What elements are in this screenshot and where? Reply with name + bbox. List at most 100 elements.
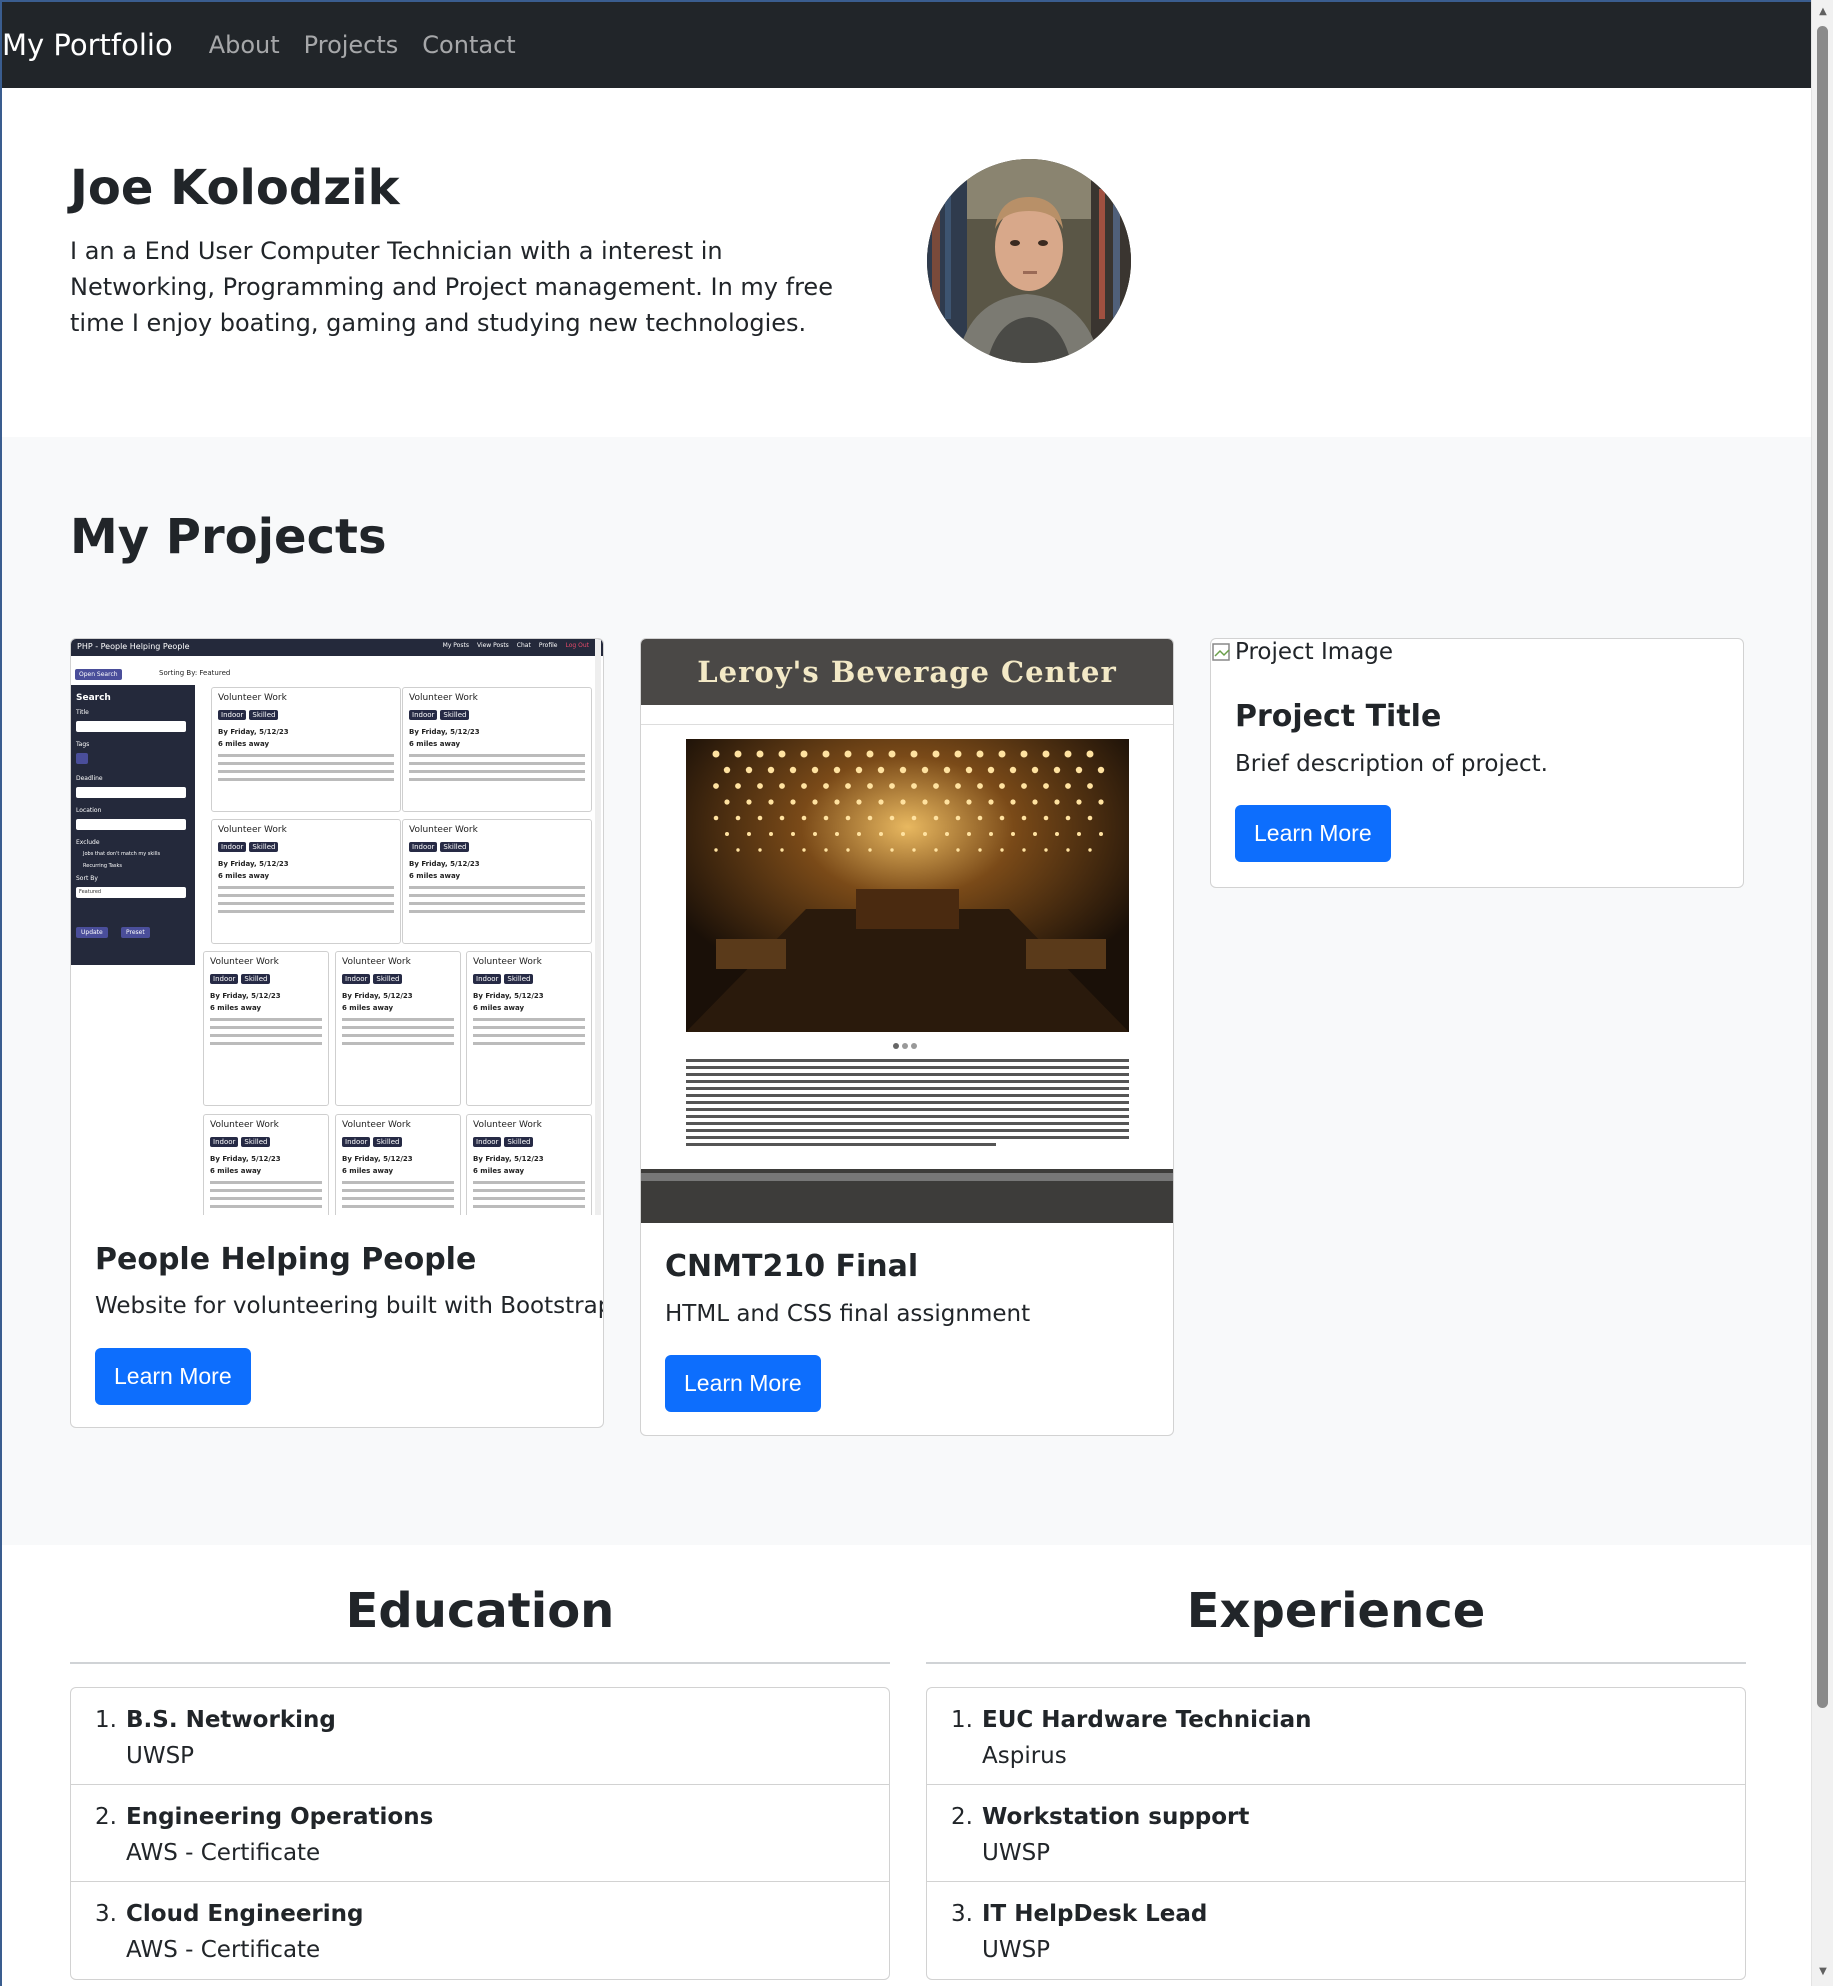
thumb-nav-link: Chat [516, 642, 531, 649]
thumb-post-distance: 6 miles away [409, 872, 461, 880]
vertical-scrollbar[interactable]: ▲ ▼ [1811, 0, 1833, 1986]
thumb-post-date: By Friday, 5/12/23 [473, 992, 544, 1000]
list-item-subtitle: UWSP [982, 1937, 1051, 1963]
thumb-field-label: Title [76, 709, 89, 716]
thumb-add-tag [76, 753, 88, 764]
list-item: 1. B.S. Networking UWSP [71, 1688, 889, 1785]
thumb-post-tags: Indoor Skilled [210, 974, 271, 984]
experience-divider [926, 1662, 1746, 1664]
list-item-subtitle: UWSP [126, 1743, 195, 1769]
thumb-post-date: By Friday, 5/12/23 [409, 728, 480, 736]
thumb-post-tags: Indoor Skilled [218, 710, 279, 720]
thumb-nav-bar [641, 707, 1173, 725]
thumb-site-title: PHP - People Helping People [77, 642, 190, 651]
thumb-post-card: Volunteer Work Indoor Skilled By Friday, 5/… [402, 687, 592, 812]
thumb-post-card: Volunteer Work Indoor Skilled By Friday, 5/… [466, 1114, 592, 1215]
thumb-post-card: Volunteer Work Indoor Skilled By Friday, 5/… [211, 687, 401, 812]
thumb-sort-select: Featured [76, 887, 186, 898]
learn-more-button[interactable]: Learn More [1235, 805, 1391, 862]
list-item-number: 3. [951, 1901, 973, 1927]
thumb-post-card: Volunteer Work Indoor Skilled By Friday, 5/… [211, 819, 401, 944]
nav-link-about[interactable]: About [209, 31, 280, 59]
thumb-post-card: Volunteer Work Indoor Skilled By Friday, 5/… [466, 951, 592, 1106]
broken-image-icon [1212, 643, 1230, 661]
thumb-post-date: By Friday, 5/12/23 [342, 1155, 413, 1163]
thumb-post-tags: Indoor Skilled [473, 1137, 534, 1147]
list-item-title: IT HelpDesk Lead [982, 1901, 1208, 1927]
thumb-post-distance: 6 miles away [409, 740, 461, 748]
thumb-post-tags: Indoor Skilled [409, 710, 470, 720]
thumb-post-card: Volunteer Work Indoor Skilled By Friday, 5/… [203, 1114, 329, 1215]
scroll-down-arrow-icon[interactable]: ▼ [1817, 1966, 1829, 1978]
thumb-post-distance: 6 miles away [342, 1004, 394, 1012]
thumb-nav-link: View Posts [476, 642, 509, 649]
thumb-input [76, 819, 186, 830]
thumb-navbar: PHP - People Helping People My Posts Vie… [71, 639, 603, 656]
experience-title: Experience [1186, 1583, 1486, 1639]
thumb-post-tags: Indoor Skilled [218, 842, 279, 852]
thumb-post-tags: Indoor Skilled [342, 974, 403, 984]
thumb-post-distance: 6 miles away [210, 1004, 262, 1012]
list-item-subtitle: AWS - Certificate [126, 1937, 321, 1963]
navbar-brand[interactable]: My Portfolio [2, 28, 173, 62]
thumb-post-title: Volunteer Work [409, 693, 478, 703]
scrollbar-thumb[interactable] [1817, 26, 1828, 1708]
thumb-update-button: Update [76, 927, 108, 938]
thumb-sidebar: Search Title Tags Deadline Location Excl… [71, 685, 195, 965]
list-item-title: Engineering Operations [126, 1804, 434, 1830]
thumb-post-date: By Friday, 5/12/23 [218, 860, 289, 868]
learn-more-button[interactable]: Learn More [95, 1348, 251, 1405]
thumb-post-tags: Indoor Skilled [409, 842, 470, 852]
thumb-post-title: Volunteer Work [342, 1120, 411, 1130]
thumb-sort-label: Sort By [76, 875, 98, 882]
list-item: 3. Cloud Engineering AWS - Certificate [71, 1882, 889, 1979]
thumb-sorting: Sorting By: Featured [159, 669, 231, 677]
card-title: People Helping People [95, 1242, 477, 1277]
thumb-post-distance: 6 miles away [473, 1167, 525, 1175]
list-item-number: 1. [95, 1707, 117, 1733]
hero-bio: I an a End User Computer Technician with… [70, 237, 833, 337]
projects-section: My Projects PHP - People Helping People … [2, 437, 1811, 1545]
thumb-post-card: Volunteer Work Indoor Skilled By Friday, 5/… [335, 951, 461, 1106]
nav-link-projects[interactable]: Projects [304, 31, 399, 59]
list-item-number: 1. [951, 1707, 973, 1733]
thumb-post-date: By Friday, 5/12/23 [210, 1155, 281, 1163]
thumb-checkbox-label: Recurring Tasks [83, 863, 122, 869]
navbar: My Portfolio About Projects Contact [2, 2, 1811, 88]
thumb-checkbox-label: Jobs that don't match my skills [83, 851, 161, 857]
project-screenshot: Leroy's Beverage Center [641, 639, 1173, 1223]
list-item-title: EUC Hardware Technician [982, 1707, 1312, 1733]
learn-more-button[interactable]: Learn More [665, 1355, 821, 1412]
list-item: 3. IT HelpDesk Lead UWSP [927, 1882, 1745, 1979]
thumb-post-title: Volunteer Work [210, 957, 279, 967]
thumb-post-date: By Friday, 5/12/23 [409, 860, 480, 868]
project-card-placeholder: Project Image Project Title Brief descri… [1210, 638, 1744, 888]
list-item-subtitle: Aspirus [982, 1743, 1067, 1769]
nav-link-contact[interactable]: Contact [422, 31, 515, 59]
card-text: HTML and CSS final assignment [665, 1301, 1031, 1327]
thumb-field-label: Deadline [76, 775, 103, 782]
thumb-body-text [686, 1059, 1129, 1150]
list-item-title: Cloud Engineering [126, 1901, 364, 1927]
list-item: 2. Engineering Operations AWS - Certific… [71, 1785, 889, 1882]
thumb-site-title: Leroy's Beverage Center [697, 655, 1117, 689]
thumb-field-label: Tags [76, 741, 90, 748]
thumb-sidebar-heading: Search [76, 693, 111, 703]
scroll-up-arrow-icon[interactable]: ▲ [1817, 6, 1829, 18]
thumb-footer [641, 1169, 1173, 1223]
thumb-post-title: Volunteer Work [342, 957, 411, 967]
thumb-post-tags: Indoor Skilled [473, 974, 534, 984]
hero-name: Joe Kolodzik [70, 160, 400, 216]
thumb-nav-link: Log Out [565, 642, 589, 649]
thumb-post-distance: 6 miles away [342, 1167, 394, 1175]
thumb-field-label: Location [76, 807, 102, 814]
thumb-header: Leroy's Beverage Center [641, 639, 1173, 705]
list-item-subtitle: AWS - Certificate [126, 1840, 321, 1866]
thumb-post-date: By Friday, 5/12/23 [473, 1155, 544, 1163]
thumb-input [76, 787, 186, 798]
project-screenshot: PHP - People Helping People My Posts Vie… [71, 639, 603, 1215]
image-alt-text: Project Image [1235, 639, 1394, 665]
list-item: 1. EUC Hardware Technician Aspirus [927, 1688, 1745, 1785]
card-title: CNMT210 Final [665, 1249, 919, 1284]
thumb-exclude-label: Exclude [76, 839, 100, 846]
